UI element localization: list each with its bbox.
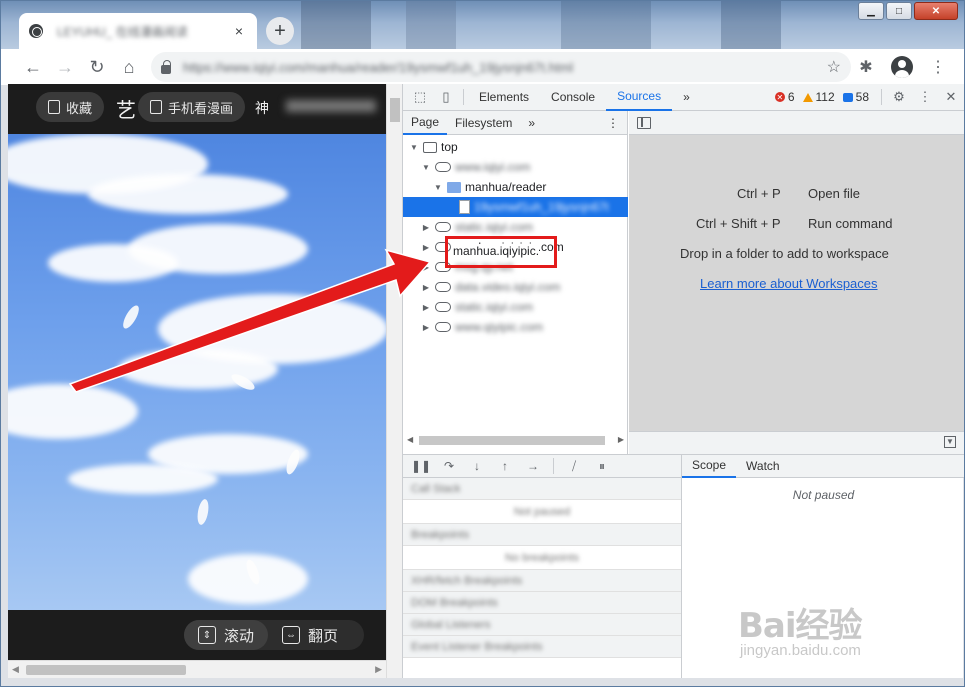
annotation-arrow [68, 248, 432, 393]
annotation-highlight-box: manhua.iqiyipic. [445, 236, 557, 268]
watermark-logo: Bai经验 [738, 606, 863, 646]
baidu-jingyan-watermark: Bai经验 jingyan.baidu.com [738, 598, 863, 659]
watermark-url: jingyan.baidu.com [740, 642, 861, 659]
highlight-text: manhua.iqiyipic. [453, 244, 540, 258]
